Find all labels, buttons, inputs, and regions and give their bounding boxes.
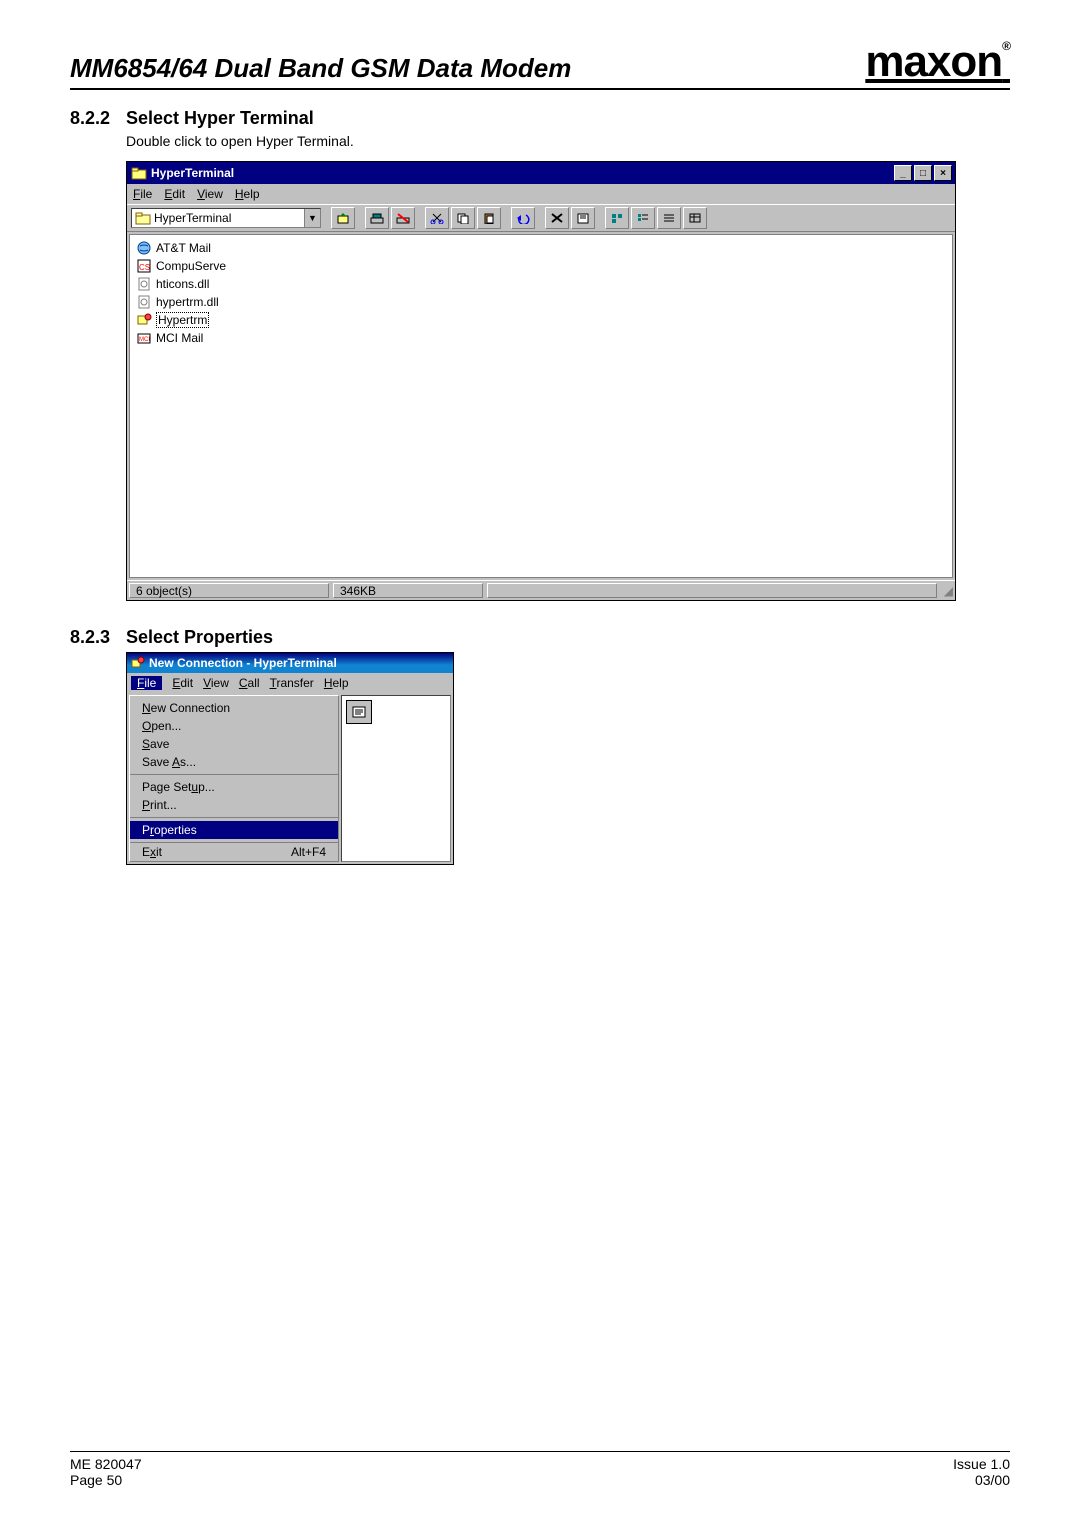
file-dropdown-menu: New Connection Open... Save Save As... P… — [129, 695, 339, 862]
list-item[interactable]: MCI MCI Mail — [136, 329, 946, 347]
globe-icon — [136, 240, 152, 256]
file-name: CompuServe — [156, 259, 226, 273]
status-object-count: 6 object(s) — [129, 583, 329, 598]
list-item[interactable]: AT&T Mail — [136, 239, 946, 257]
dropdown-icon[interactable]: ▼ — [304, 209, 320, 227]
section-8-2-2-heading: 8.2.2Select Hyper Terminal — [70, 108, 1010, 129]
section-8-2-2-body: Double click to open Hyper Terminal. — [126, 133, 1010, 149]
undo-button[interactable] — [511, 207, 535, 229]
paste-button[interactable] — [477, 207, 501, 229]
menu-help[interactable]: Help — [324, 676, 349, 690]
footer-doc-id: ME 820047 — [70, 1456, 142, 1472]
file-list[interactable]: AT&T Mail CS CompuServe hticons.dll hype… — [129, 234, 953, 578]
large-icons-button[interactable] — [605, 207, 629, 229]
hyperterminal-folder-window: HyperTerminal _ □ × File Edit View Help … — [126, 161, 956, 601]
hypertrm-icon — [131, 656, 145, 670]
menu-call[interactable]: Call — [239, 676, 260, 690]
minimize-button[interactable]: _ — [894, 165, 912, 181]
file-name: Hypertrm — [156, 312, 209, 328]
maximize-button[interactable]: □ — [914, 165, 932, 181]
properties-toolbar-button[interactable] — [346, 700, 372, 724]
copy-button[interactable] — [451, 207, 475, 229]
window-title: New Connection - HyperTerminal — [149, 656, 337, 670]
file-name: AT&T Mail — [156, 241, 211, 255]
footer-page-number: Page 50 — [70, 1472, 142, 1488]
doc-header: MM6854/64 Dual Band GSM Data Modem maxon… — [70, 40, 1010, 90]
statusbar: 6 object(s) 346KB ◢ — [127, 580, 955, 600]
svg-text:MCI: MCI — [139, 337, 150, 343]
menu-file[interactable]: File — [133, 187, 152, 201]
address-combo[interactable]: HyperTerminal ▼ — [131, 208, 321, 228]
menuitem-new-connection[interactable]: New Connection — [130, 699, 338, 717]
menu-help[interactable]: Help — [235, 187, 260, 201]
menu-edit[interactable]: Edit — [164, 187, 185, 201]
delete-button[interactable] — [545, 207, 569, 229]
menu-file[interactable]: File — [131, 676, 162, 690]
menuitem-open[interactable]: Open... — [130, 717, 338, 735]
toolbar-pane — [341, 695, 451, 862]
cs-icon: CS — [136, 258, 152, 274]
file-name: hypertrm.dll — [156, 295, 219, 309]
folder-icon — [131, 166, 147, 180]
small-icons-button[interactable] — [631, 207, 655, 229]
menu-transfer[interactable]: Transfer — [270, 676, 314, 690]
menuitem-print[interactable]: Print... — [130, 796, 338, 814]
section-8-2-3-heading: 8.2.3Select Properties — [70, 627, 1010, 648]
footer-date: 03/00 — [953, 1472, 1010, 1488]
menu-edit[interactable]: Edit — [172, 676, 193, 690]
up-one-level-button[interactable] — [331, 207, 355, 229]
details-button[interactable] — [683, 207, 707, 229]
menu-view[interactable]: View — [197, 187, 223, 201]
brand-logo: maxon® — [865, 40, 1010, 84]
map-drive-button[interactable] — [365, 207, 389, 229]
menu-view[interactable]: View — [203, 676, 229, 690]
list-item[interactable]: Hypertrm — [136, 311, 946, 329]
close-button[interactable]: × — [934, 165, 952, 181]
menuitem-properties[interactable]: Properties — [130, 821, 338, 839]
list-button[interactable] — [657, 207, 681, 229]
page-footer: ME 820047 Page 50 Issue 1.0 03/00 — [70, 1451, 1010, 1488]
menuitem-save-as[interactable]: Save As... — [130, 753, 338, 771]
file-name: MCI Mail — [156, 331, 203, 345]
dll-icon — [136, 276, 152, 292]
folder-open-icon — [135, 211, 151, 225]
menuitem-save[interactable]: Save — [130, 735, 338, 753]
menuitem-page-setup[interactable]: Page Setup... — [130, 778, 338, 796]
hypertrm-icon — [136, 312, 152, 328]
doc-title: MM6854/64 Dual Band GSM Data Modem — [70, 53, 571, 84]
mci-icon: MCI — [136, 330, 152, 346]
properties-button[interactable] — [571, 207, 595, 229]
new-connection-window: New Connection - HyperTerminal File Edit… — [126, 652, 454, 865]
toolbar: HyperTerminal ▼ — [127, 204, 955, 232]
address-text: HyperTerminal — [154, 211, 231, 225]
menubar: File Edit View Help — [127, 184, 955, 204]
menuitem-exit[interactable]: Exit Alt+F4 — [130, 843, 338, 861]
dll-icon — [136, 294, 152, 310]
svg-text:CS: CS — [139, 263, 150, 272]
status-size: 346KB — [333, 583, 483, 598]
list-item[interactable]: hypertrm.dll — [136, 293, 946, 311]
status-empty — [487, 583, 937, 598]
list-item[interactable]: CS CompuServe — [136, 257, 946, 275]
menubar: File Edit View Call Transfer Help — [127, 673, 453, 693]
window-title: HyperTerminal — [151, 166, 894, 180]
titlebar[interactable]: New Connection - HyperTerminal — [127, 653, 453, 673]
titlebar[interactable]: HyperTerminal _ □ × — [127, 162, 955, 184]
disconnect-drive-button[interactable] — [391, 207, 415, 229]
cut-button[interactable] — [425, 207, 449, 229]
footer-issue: Issue 1.0 — [953, 1456, 1010, 1472]
file-name: hticons.dll — [156, 277, 209, 291]
resize-grip-icon[interactable]: ◢ — [939, 581, 955, 600]
exit-shortcut: Alt+F4 — [291, 845, 326, 859]
list-item[interactable]: hticons.dll — [136, 275, 946, 293]
